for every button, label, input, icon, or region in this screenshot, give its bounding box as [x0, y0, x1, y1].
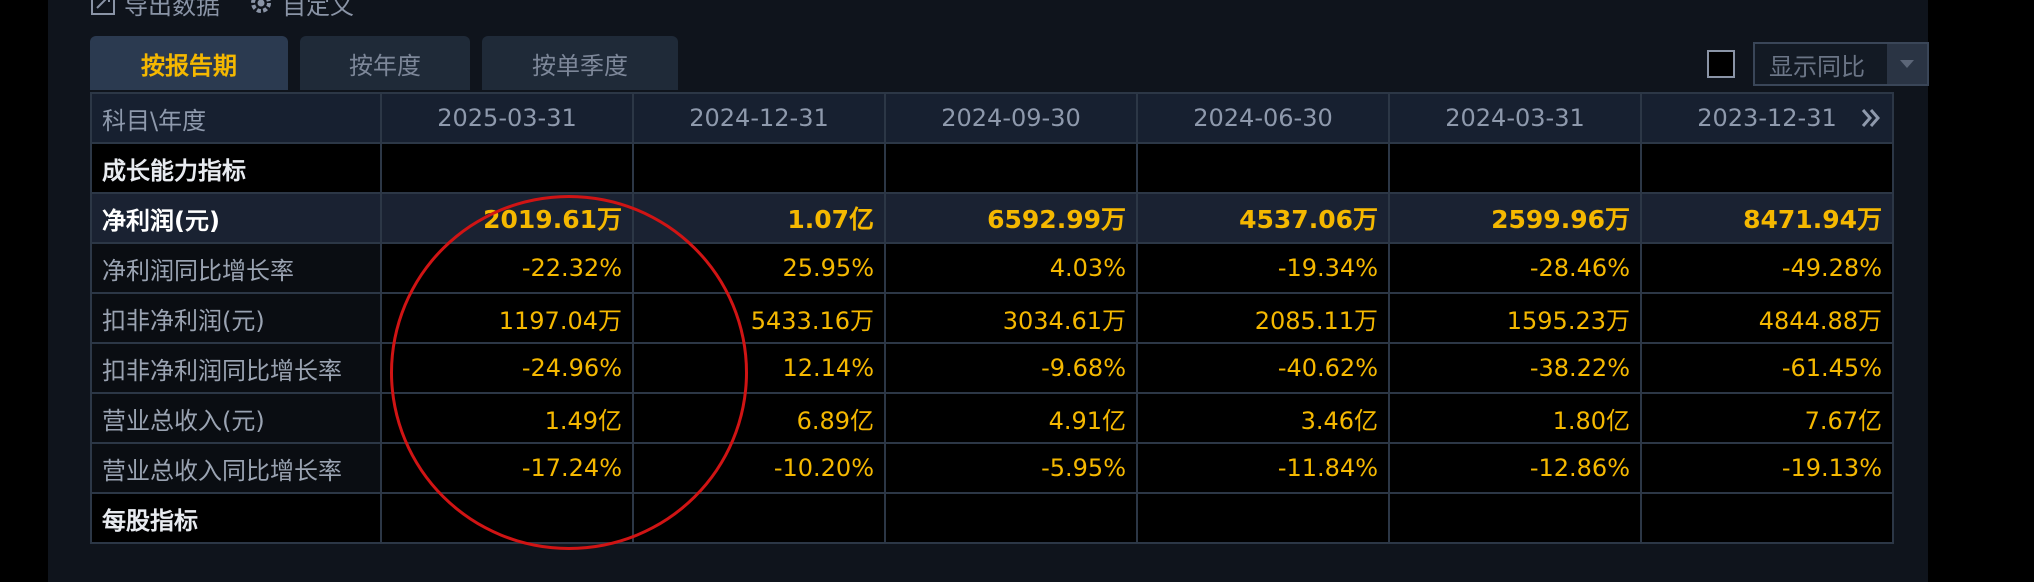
- row-value: [1388, 492, 1642, 544]
- table-row[interactable]: 净利润(元) 2019.61万 1.07亿 6592.99万 4537.06万 2599.…: [90, 192, 1894, 244]
- row-value: -12.86%: [1388, 442, 1642, 494]
- row-label: 扣非净利润(元): [90, 292, 382, 344]
- row-value: 6592.99万: [884, 192, 1138, 244]
- row-value: -22.32%: [380, 242, 634, 294]
- row-value: 1.80亿: [1388, 392, 1642, 444]
- table-header-row: 科目\年度 2025-03-31 2024-12-31 2024-09-30 2…: [90, 92, 1894, 144]
- row-value: 4.91亿: [884, 392, 1138, 444]
- custom-button[interactable]: 自定义: [248, 0, 354, 21]
- row-label: 每股指标: [90, 492, 382, 544]
- row-value: [884, 492, 1138, 544]
- tab-annual[interactable]: 按年度: [300, 36, 470, 90]
- row-value: 25.95%: [632, 242, 886, 294]
- row-value: -24.96%: [380, 342, 634, 394]
- row-value: 4844.88万: [1640, 292, 1894, 344]
- row-value: [632, 492, 886, 544]
- row-value: [1136, 492, 1390, 544]
- row-value: [1640, 142, 1894, 194]
- row-value: 1595.23万: [1388, 292, 1642, 344]
- header-period-label: 2023-12-31: [1697, 104, 1837, 132]
- double-chevron-right-icon[interactable]: [1858, 105, 1884, 131]
- header-period[interactable]: 2024-09-30: [884, 92, 1138, 144]
- row-value: 1197.04万: [380, 292, 634, 344]
- row-value: -9.68%: [884, 342, 1138, 394]
- table-row[interactable]: 成长能力指标: [90, 142, 1894, 194]
- header-period[interactable]: 2024-03-31: [1388, 92, 1642, 144]
- tab-report-period[interactable]: 按报告期: [90, 36, 288, 90]
- tab-single-quarter[interactable]: 按单季度: [482, 36, 678, 90]
- row-label: 净利润(元): [90, 192, 382, 244]
- row-value: 7.67亿: [1640, 392, 1894, 444]
- row-value: 3034.61万: [884, 292, 1138, 344]
- row-value: 2599.96万: [1388, 192, 1642, 244]
- header-subject-year: 科目\年度: [90, 92, 382, 144]
- row-value: [1136, 142, 1390, 194]
- row-label: 净利润同比增长率: [90, 242, 382, 294]
- row-value: -17.24%: [380, 442, 634, 494]
- row-label: 营业总收入(元): [90, 392, 382, 444]
- row-label: 营业总收入同比增长率: [90, 442, 382, 494]
- export-button[interactable]: 导出数据: [90, 0, 220, 21]
- row-value: -19.34%: [1136, 242, 1390, 294]
- row-value: -40.62%: [1136, 342, 1390, 394]
- chevron-down-icon[interactable]: [1887, 44, 1927, 84]
- export-icon: [91, 0, 115, 15]
- row-value: -5.95%: [884, 442, 1138, 494]
- row-value: 2019.61万: [380, 192, 634, 244]
- row-value: -61.45%: [1640, 342, 1894, 394]
- row-value: -19.13%: [1640, 442, 1894, 494]
- compare-checkbox[interactable]: [1707, 50, 1735, 78]
- custom-label: 自定义: [282, 0, 354, 20]
- compare-dropdown[interactable]: 显示同比: [1753, 42, 1929, 86]
- indicator-table: 科目\年度 2025-03-31 2024-12-31 2024-09-30 2…: [90, 92, 1894, 544]
- table-row[interactable]: 扣非净利润同比增长率 -24.96% 12.14% -9.68% -40.62% -38.…: [90, 342, 1894, 394]
- header-period-last[interactable]: 2023-12-31: [1640, 92, 1894, 144]
- gear-icon: [251, 0, 271, 13]
- row-value: -28.46%: [1388, 242, 1642, 294]
- row-label: 成长能力指标: [90, 142, 382, 194]
- row-value: [380, 142, 634, 194]
- row-value: 1.49亿: [380, 392, 634, 444]
- row-value: -38.22%: [1388, 342, 1642, 394]
- row-value: -49.28%: [1640, 242, 1894, 294]
- table-body: 成长能力指标 净利润(元) 2019.61万 1.07亿 6592.99万 4537.06…: [90, 142, 1894, 544]
- row-value: 4537.06万: [1136, 192, 1390, 244]
- header-period[interactable]: 2025-03-31: [380, 92, 634, 144]
- export-label: 导出数据: [124, 0, 220, 20]
- compare-dropdown-label: 显示同比: [1769, 52, 1865, 81]
- row-value: [380, 492, 634, 544]
- row-value: 6.89亿: [632, 392, 886, 444]
- row-value: 1.07亿: [632, 192, 886, 244]
- header-period[interactable]: 2024-06-30: [1136, 92, 1390, 144]
- table-row[interactable]: 净利润同比增长率 -22.32% 25.95% 4.03% -19.34% -28.46%…: [90, 242, 1894, 294]
- row-label: 扣非净利润同比增长率: [90, 342, 382, 394]
- row-value: 12.14%: [632, 342, 886, 394]
- header-period[interactable]: 2024-12-31: [632, 92, 886, 144]
- table-row[interactable]: 每股指标: [90, 492, 1894, 544]
- row-value: -10.20%: [632, 442, 886, 494]
- row-value: -11.84%: [1136, 442, 1390, 494]
- row-value: 3.46亿: [1136, 392, 1390, 444]
- table-row[interactable]: 扣非净利润(元) 1197.04万 5433.16万 3034.61万 2085.11万…: [90, 292, 1894, 344]
- table-row[interactable]: 营业总收入(元) 1.49亿 6.89亿 4.91亿 3.46亿 1.80亿 7.67亿: [90, 392, 1894, 444]
- row-value: [1388, 142, 1642, 194]
- row-value: [1640, 492, 1894, 544]
- row-value: 2085.11万: [1136, 292, 1390, 344]
- row-value: 8471.94万: [1640, 192, 1894, 244]
- row-value: [632, 142, 886, 194]
- row-value: [884, 142, 1138, 194]
- table-row[interactable]: 营业总收入同比增长率 -17.24% -10.20% -5.95% -11.84% -12…: [90, 442, 1894, 494]
- period-tabs: 按报告期 按年度 按单季度: [90, 36, 678, 90]
- row-value: 4.03%: [884, 242, 1138, 294]
- compare-controls: 显示同比: [1707, 42, 1929, 86]
- toolbar: 导出数据 自定义: [90, 0, 354, 21]
- row-value: 5433.16万: [632, 292, 886, 344]
